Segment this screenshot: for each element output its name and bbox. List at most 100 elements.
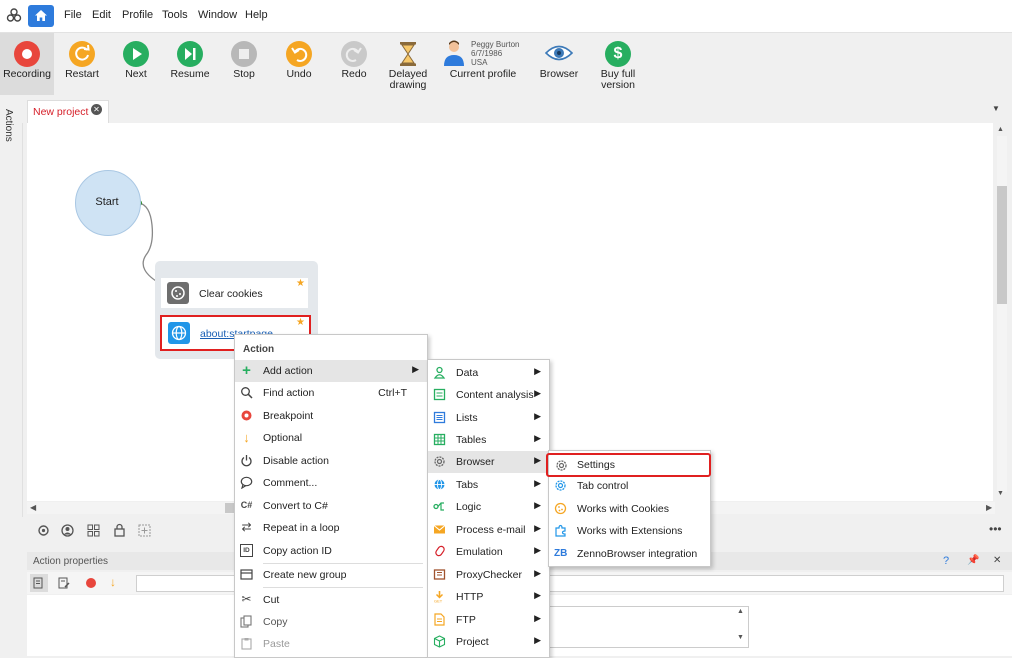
current-profile-label: Current profile bbox=[449, 68, 517, 80]
scroll-left-icon[interactable]: ◀ bbox=[30, 503, 36, 512]
group-icon bbox=[240, 569, 253, 580]
menu-item-works-with-extensions[interactable]: Works with Extensions bbox=[549, 520, 710, 542]
menu-edit[interactable]: Edit bbox=[92, 9, 111, 21]
menu-item-tabs[interactable]: Tabs ▶ bbox=[428, 474, 549, 496]
menu-window[interactable]: Window bbox=[198, 9, 237, 21]
menu-item-project[interactable]: Project ▶ bbox=[428, 631, 549, 653]
submenu-arrow-icon: ▶ bbox=[534, 568, 541, 578]
tab-overflow-icon[interactable]: ▼ bbox=[992, 104, 1000, 113]
scroll-up-icon[interactable]: ▲ bbox=[997, 126, 1004, 133]
menu-file[interactable]: File bbox=[64, 9, 82, 21]
redo-label: Redo bbox=[341, 68, 367, 80]
menu-item-content-analysis[interactable]: Content analysis ▶ bbox=[428, 384, 549, 406]
menu-item-create-new-group[interactable]: Create new group bbox=[235, 564, 427, 586]
resume-button[interactable]: Resume bbox=[166, 33, 214, 95]
menu-item-copy-action-id[interactable]: ID Copy action ID bbox=[235, 540, 427, 562]
menu-item-emulation[interactable]: Emulation ▶ bbox=[428, 541, 549, 563]
add-frame-icon[interactable] bbox=[138, 524, 151, 537]
menu-item-comment[interactable]: Comment... bbox=[235, 472, 427, 494]
clear-cookies-block[interactable]: Clear cookies ★ bbox=[161, 278, 308, 308]
breakpoint-icon[interactable] bbox=[86, 578, 96, 588]
menu-item-http[interactable]: GET HTTP ▶ bbox=[428, 586, 549, 608]
settings-gear-icon[interactable] bbox=[37, 524, 50, 537]
more-options-icon[interactable]: ••• bbox=[989, 522, 1002, 536]
next-label: Next bbox=[125, 68, 147, 80]
find-action-shortcut: Ctrl+T bbox=[378, 387, 407, 399]
menu-item-repeat-in-loop[interactable]: ⇄ Repeat in a loop bbox=[235, 517, 427, 539]
cookie-icon bbox=[554, 502, 567, 515]
menu-item-settings[interactable]: Settings bbox=[546, 453, 711, 477]
record-icon bbox=[14, 41, 40, 67]
menu-item-tab-control[interactable]: Tab control bbox=[549, 475, 710, 497]
undo-button[interactable]: Undo bbox=[275, 33, 323, 95]
restart-button[interactable]: Restart bbox=[58, 33, 106, 95]
textarea-scroll-down-icon[interactable]: ▼ bbox=[737, 634, 744, 641]
email-icon bbox=[433, 525, 446, 534]
menu-item-works-with-cookies[interactable]: Works with Cookies bbox=[549, 498, 710, 520]
help-icon[interactable]: ? bbox=[943, 555, 949, 567]
user-icon[interactable] bbox=[61, 524, 74, 537]
browser-label: Browser bbox=[539, 68, 579, 80]
menu-item-ftp[interactable]: FTP ▶ bbox=[428, 609, 549, 631]
optional-arrow-icon[interactable]: ↓ bbox=[110, 575, 116, 589]
grid-icon[interactable] bbox=[87, 524, 100, 537]
submenu-arrow-icon: ▶ bbox=[534, 635, 541, 645]
globe-icon bbox=[168, 322, 190, 344]
menu-item-process-email[interactable]: Process e-mail ▶ bbox=[428, 519, 549, 541]
menu-item-convert-to-csharp[interactable]: C# Convert to C# bbox=[235, 495, 427, 517]
svg-text:GET: GET bbox=[434, 599, 443, 604]
close-panel-icon[interactable]: ✕ bbox=[993, 555, 1001, 566]
pin-icon[interactable]: 📌 bbox=[967, 555, 979, 566]
scroll-down-icon[interactable]: ▼ bbox=[997, 490, 1004, 497]
actions-side-panel[interactable]: Actions bbox=[0, 97, 23, 517]
menu-item-add-action[interactable]: + Add action ▶ bbox=[235, 360, 427, 382]
menu-item-zennobrowser-integration[interactable]: ZB ZennoBrowser integration bbox=[549, 543, 710, 565]
star-icon[interactable]: ★ bbox=[296, 278, 305, 289]
list-settings-icon bbox=[33, 577, 43, 589]
textarea-scroll-up-icon[interactable]: ▲ bbox=[737, 608, 744, 615]
menu-item-cut[interactable]: ✂ Cut bbox=[235, 589, 427, 611]
menu-item-find-action[interactable]: Find action Ctrl+T bbox=[235, 382, 427, 404]
menu-item-paste[interactable]: Paste bbox=[235, 633, 427, 655]
menu-bar: File Edit Profile Tools Window Help bbox=[0, 0, 1012, 33]
scissors-icon: ✂ bbox=[241, 592, 252, 606]
menu-tools[interactable]: Tools bbox=[162, 9, 188, 21]
menu-item-copy[interactable]: Copy bbox=[235, 611, 427, 633]
menu-profile[interactable]: Profile bbox=[122, 9, 153, 21]
vertical-scroll-thumb[interactable] bbox=[997, 186, 1007, 304]
menu-item-optional[interactable]: ↓ Optional bbox=[235, 427, 427, 449]
properties-textarea[interactable] bbox=[548, 606, 749, 648]
submenu-arrow-icon: ▶ bbox=[534, 455, 541, 465]
puzzle-icon bbox=[555, 524, 566, 537]
cube-icon bbox=[433, 635, 446, 648]
profile-name: Peggy Burton bbox=[471, 40, 520, 49]
menu-item-breakpoint[interactable]: Breakpoint bbox=[235, 405, 427, 427]
menu-item-data[interactable]: Data ▶ bbox=[428, 362, 549, 384]
stop-button[interactable]: Stop bbox=[220, 33, 268, 95]
edit-list-icon[interactable] bbox=[58, 577, 70, 589]
buy-full-version-button[interactable]: $ Buy full version bbox=[586, 33, 650, 95]
user-data-icon bbox=[433, 366, 446, 379]
menu-item-logic[interactable]: Logic ▶ bbox=[428, 496, 549, 518]
menu-help[interactable]: Help bbox=[245, 9, 268, 21]
submenu-arrow-icon: ▶ bbox=[534, 545, 541, 555]
browser-button[interactable]: Browser bbox=[536, 33, 582, 95]
next-button[interactable]: Next bbox=[112, 33, 160, 95]
redo-button[interactable]: Redo bbox=[330, 33, 378, 95]
menu-item-lists[interactable]: Lists ▶ bbox=[428, 407, 549, 429]
tab-label: New project bbox=[33, 106, 89, 118]
tab-close-icon[interactable]: ✕ bbox=[91, 104, 102, 115]
menu-item-tables[interactable]: Tables ▶ bbox=[428, 429, 549, 451]
menu-item-browser[interactable]: Browser ▶ bbox=[428, 451, 549, 473]
lock-icon[interactable] bbox=[113, 523, 126, 537]
menu-item-proxychecker[interactable]: ProxyChecker ▶ bbox=[428, 564, 549, 586]
star-icon[interactable]: ★ bbox=[296, 317, 305, 328]
dollar-icon: $ bbox=[605, 41, 631, 67]
search-icon bbox=[241, 387, 253, 399]
recording-button[interactable]: Recording bbox=[0, 33, 54, 95]
delayed-drawing-button[interactable]: Delayed drawing bbox=[384, 33, 432, 95]
menu-item-disable-action[interactable]: Disable action bbox=[235, 450, 427, 472]
scroll-right-icon[interactable]: ▶ bbox=[986, 503, 992, 512]
current-profile-button[interactable]: Peggy Burton 6/7/1986 USA Current profil… bbox=[440, 33, 526, 95]
home-button[interactable] bbox=[28, 5, 54, 27]
